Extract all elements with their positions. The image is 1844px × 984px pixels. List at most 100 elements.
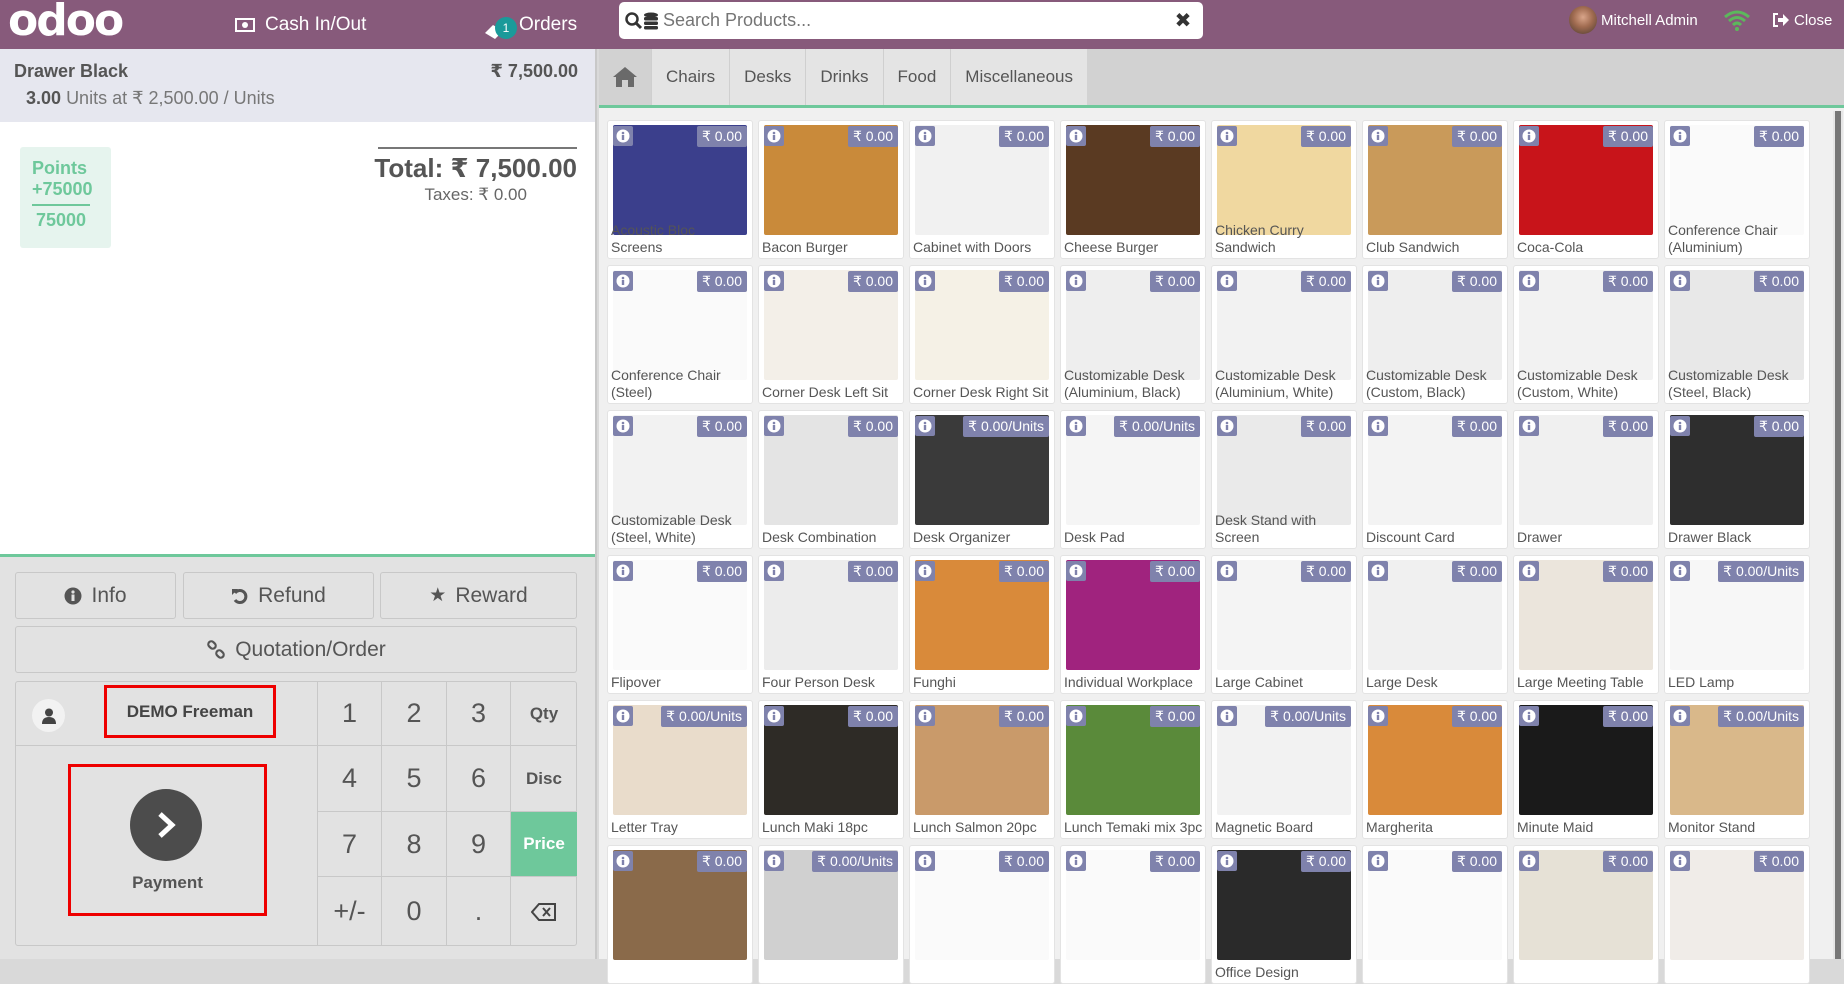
product-card[interactable]: ₹ 0.00/Units: [758, 845, 904, 984]
product-card[interactable]: ₹ 0.00 Individual Workplace: [1060, 555, 1206, 694]
product-card[interactable]: ₹ 0.00: [1362, 845, 1508, 984]
product-info-icon[interactable]: [1519, 271, 1539, 291]
product-card[interactable]: ₹ 0.00 Customizable Desk (Custom, Black): [1362, 265, 1508, 404]
product-info-icon[interactable]: [1066, 271, 1086, 291]
product-card[interactable]: ₹ 0.00 Customizable Desk (Steel, Black): [1664, 265, 1810, 404]
product-info-icon[interactable]: [915, 271, 935, 291]
product-scrollbar[interactable]: [1833, 111, 1843, 959]
product-card[interactable]: ₹ 0.00 Cheese Burger: [1060, 120, 1206, 259]
product-info-icon[interactable]: [1670, 706, 1690, 726]
product-card[interactable]: ₹ 0.00 Flipover: [607, 555, 753, 694]
product-info-icon[interactable]: [1670, 851, 1690, 871]
product-card[interactable]: ₹ 0.00: [1664, 845, 1810, 984]
product-card[interactable]: ₹ 0.00/Units LED Lamp: [1664, 555, 1810, 694]
product-info-icon[interactable]: [1368, 706, 1388, 726]
product-info-icon[interactable]: [1066, 851, 1086, 871]
product-info-icon[interactable]: [1519, 706, 1539, 726]
product-card[interactable]: ₹ 0.00 Lunch Temaki mix 3pc: [1060, 700, 1206, 839]
product-info-icon[interactable]: [1217, 851, 1237, 871]
product-info-icon[interactable]: [764, 561, 784, 581]
numpad-key-5[interactable]: 5: [382, 746, 447, 812]
product-card[interactable]: ₹ 0.00/Units Desk Organizer: [909, 410, 1055, 549]
product-card[interactable]: ₹ 0.00 Customizable Desk (Aluminium, Blac…: [1060, 265, 1206, 404]
product-info-icon[interactable]: [915, 706, 935, 726]
product-card[interactable]: ₹ 0.00 Conference Chair (Steel): [607, 265, 753, 404]
product-info-icon[interactable]: [1217, 416, 1237, 436]
product-info-icon[interactable]: [1066, 126, 1086, 146]
product-card[interactable]: ₹ 0.00 Four Person Desk: [758, 555, 904, 694]
numpad-key-1[interactable]: 1: [318, 682, 382, 746]
numpad-key-dot[interactable]: .: [447, 877, 511, 946]
product-card[interactable]: ₹ 0.00 Cabinet with Doors: [909, 120, 1055, 259]
numpad-key-7[interactable]: 7: [318, 812, 382, 877]
search-input[interactable]: [663, 10, 1163, 31]
product-info-icon[interactable]: [764, 416, 784, 436]
product-card[interactable]: ₹ 0.00 Office Design: [1211, 845, 1357, 984]
product-card[interactable]: ₹ 0.00 Corner Desk Left Sit: [758, 265, 904, 404]
product-info-icon[interactable]: [1368, 126, 1388, 146]
user-menu[interactable]: Mitchell Admin: [1569, 4, 1698, 36]
product-card[interactable]: ₹ 0.00 Lunch Salmon 20pc: [909, 700, 1055, 839]
numpad-key-0[interactable]: 0: [382, 877, 447, 946]
home-category-button[interactable]: [599, 49, 651, 105]
product-card[interactable]: ₹ 0.00: [909, 845, 1055, 984]
product-card[interactable]: ₹ 0.00: [607, 845, 753, 984]
close-button[interactable]: Close: [1772, 4, 1832, 36]
product-card[interactable]: ₹ 0.00 Coca-Cola: [1513, 120, 1659, 259]
product-info-icon[interactable]: [1368, 416, 1388, 436]
product-info-icon[interactable]: [1368, 271, 1388, 291]
info-button[interactable]: Info: [15, 572, 176, 619]
product-info-icon[interactable]: [613, 706, 633, 726]
numpad-key-3[interactable]: 3: [447, 682, 511, 746]
clear-search-icon[interactable]: ✖: [1163, 8, 1203, 33]
product-card[interactable]: ₹ 0.00: [1060, 845, 1206, 984]
product-info-icon[interactable]: [1217, 126, 1237, 146]
product-info-icon[interactable]: [915, 416, 935, 436]
product-card[interactable]: ₹ 0.00 Corner Desk Right Sit: [909, 265, 1055, 404]
product-card[interactable]: ₹ 0.00 Customizable Desk (Aluminium, Whit…: [1211, 265, 1357, 404]
product-info-icon[interactable]: [613, 271, 633, 291]
category-tab-miscellaneous[interactable]: Miscellaneous: [950, 49, 1088, 105]
numpad-key-6[interactable]: 6: [447, 746, 511, 812]
product-card[interactable]: ₹ 0.00 Drawer: [1513, 410, 1659, 549]
product-card[interactable]: ₹ 0.00 Club Sandwich: [1362, 120, 1508, 259]
product-info-icon[interactable]: [1066, 706, 1086, 726]
order-line[interactable]: Drawer Black ₹ 7,500.00 3.00 Units at ₹ …: [0, 49, 595, 122]
product-card[interactable]: ₹ 0.00/Units Desk Pad: [1060, 410, 1206, 549]
product-info-icon[interactable]: [1066, 561, 1086, 581]
payment-button[interactable]: Payment: [68, 764, 267, 916]
numpad-key-4[interactable]: 4: [318, 746, 382, 812]
product-card[interactable]: ₹ 0.00 Margherita: [1362, 700, 1508, 839]
product-info-icon[interactable]: [613, 561, 633, 581]
product-info-icon[interactable]: [764, 271, 784, 291]
product-info-icon[interactable]: [1066, 416, 1086, 436]
product-info-icon[interactable]: [764, 706, 784, 726]
product-info-icon[interactable]: [1519, 851, 1539, 871]
backspace-button[interactable]: [511, 877, 577, 946]
product-card[interactable]: ₹ 0.00 Bacon Burger: [758, 120, 904, 259]
numpad-key-9[interactable]: 9: [447, 812, 511, 877]
product-card[interactable]: ₹ 0.00 Customizable Desk (Custom, White): [1513, 265, 1659, 404]
product-card[interactable]: ₹ 0.00 Large Cabinet: [1211, 555, 1357, 694]
numpad-key-2[interactable]: 2: [382, 682, 447, 746]
mode-price-button[interactable]: Price: [511, 812, 577, 877]
orders-button[interactable]: 1 Orders: [483, 0, 577, 49]
mode-qty-button[interactable]: Qty: [511, 682, 577, 746]
product-info-icon[interactable]: [1670, 561, 1690, 581]
product-info-icon[interactable]: [1519, 561, 1539, 581]
product-card[interactable]: ₹ 0.00 Customizable Desk (Steel, White): [607, 410, 753, 549]
product-info-icon[interactable]: [613, 851, 633, 871]
category-tab-desks[interactable]: Desks: [729, 49, 806, 105]
product-info-icon[interactable]: [764, 851, 784, 871]
scrollbar-thumb[interactable]: [1835, 111, 1841, 959]
product-card[interactable]: ₹ 0.00 Large Desk: [1362, 555, 1508, 694]
product-info-icon[interactable]: [1368, 561, 1388, 581]
product-card[interactable]: ₹ 0.00 Acoustic Bloc Screens: [607, 120, 753, 259]
product-card[interactable]: ₹ 0.00 Lunch Maki 18pc: [758, 700, 904, 839]
product-card[interactable]: ₹ 0.00/Units Magnetic Board: [1211, 700, 1357, 839]
product-card[interactable]: ₹ 0.00 Large Meeting Table: [1513, 555, 1659, 694]
product-info-icon[interactable]: [915, 561, 935, 581]
customer-button[interactable]: DEMO Freeman: [104, 685, 276, 738]
product-info-icon[interactable]: [1217, 706, 1237, 726]
product-info-icon[interactable]: [1670, 416, 1690, 436]
